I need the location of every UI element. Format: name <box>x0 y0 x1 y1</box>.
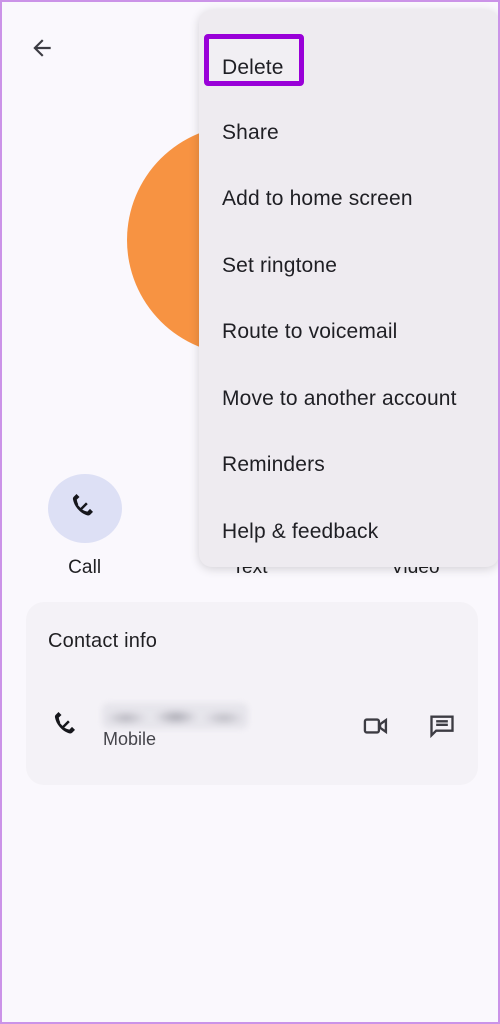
contact-info-card: Contact info Mobile <box>26 602 478 785</box>
menu-item-label: Add to home screen <box>222 187 413 210</box>
back-button[interactable] <box>20 26 64 70</box>
menu-item-share[interactable]: Share <box>199 100 498 166</box>
menu-item-label: Move to another account <box>222 387 457 410</box>
phone-number-value-redacted <box>102 703 248 729</box>
menu-item-label: Help & feedback <box>222 520 379 543</box>
message-icon <box>428 712 456 745</box>
video-camera-icon <box>362 712 390 745</box>
call-icon-circle <box>47 474 122 543</box>
quick-action-label: Call <box>68 557 102 578</box>
menu-item-reminders[interactable]: Reminders <box>199 432 498 498</box>
menu-item-help-and-feedback[interactable]: Help & feedback <box>199 499 498 565</box>
menu-item-label: Route to voicemail <box>222 320 398 343</box>
menu-item-add-to-home-screen[interactable]: Add to home screen <box>199 166 498 232</box>
menu-item-set-ringtone[interactable]: Set ringtone <box>199 233 498 299</box>
contact-info-title: Contact info <box>48 630 158 652</box>
arrow-left-icon <box>29 35 55 61</box>
menu-item-delete[interactable]: Delete <box>199 35 498 101</box>
contact-phone-row[interactable]: Mobile <box>26 690 478 770</box>
phone-icon <box>52 709 82 744</box>
menu-item-label: Reminders <box>222 453 325 476</box>
phone-screen: Call Text Video Contact info Mobile Dele… <box>0 0 500 1024</box>
menu-item-move-to-another-account[interactable]: Move to another account <box>199 366 498 432</box>
menu-item-label: Share <box>222 121 279 144</box>
video-call-button[interactable] <box>354 706 398 750</box>
menu-item-label: Set ringtone <box>222 254 338 277</box>
send-message-button[interactable] <box>420 706 464 750</box>
quick-action-call[interactable]: Call <box>2 474 167 579</box>
overflow-menu: Delete Share Add to home screen Set ring… <box>199 10 498 567</box>
menu-item-route-to-voicemail[interactable]: Route to voicemail <box>199 299 498 365</box>
phone-icon <box>70 491 100 526</box>
phone-number-label: Mobile <box>103 729 157 749</box>
menu-item-label: Delete <box>222 56 284 79</box>
